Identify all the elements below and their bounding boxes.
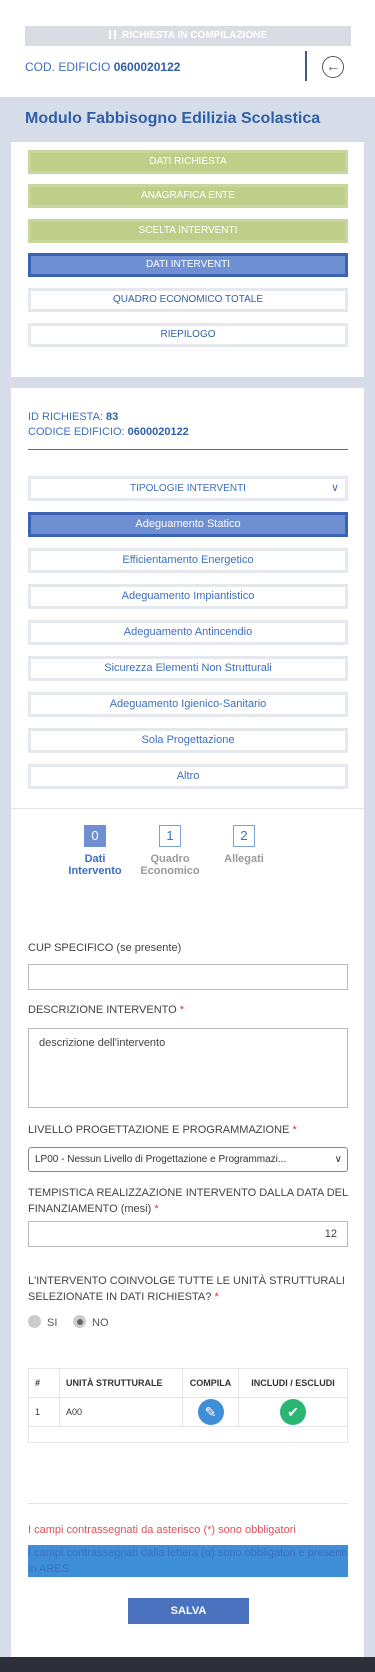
col-header-includi: INCLUDI / ESCLUDI bbox=[238, 1368, 348, 1398]
step-anagrafica-ente[interactable]: ANAGRAFICA ENTE bbox=[28, 184, 348, 208]
cup-label: CUP SPECIFICO (se presente) bbox=[28, 942, 182, 954]
radio-si-label: SI bbox=[47, 1317, 58, 1329]
intervention-efficientamento-energetico[interactable]: Efficientamento Energetico bbox=[28, 548, 348, 573]
row-num: 1 bbox=[28, 1397, 60, 1427]
ares-note: I campi contrassegnati dalla lettera (α)… bbox=[28, 1545, 348, 1577]
cup-input[interactable] bbox=[28, 964, 348, 990]
required-note: I campi contrassegnati da asterisco (*) … bbox=[28, 1524, 296, 1536]
status-label: RICHIESTA IN COMPILAZIONE bbox=[122, 30, 267, 41]
tab-number: 2 bbox=[233, 825, 255, 847]
include-cell: ✔ bbox=[238, 1397, 348, 1427]
empty-cell bbox=[28, 1426, 348, 1443]
timing-input[interactable]: 12 bbox=[28, 1221, 348, 1247]
intervention-types-select[interactable]: TIPOLOGIE INTERVENTI ∨ bbox=[28, 476, 348, 501]
step-riepilogo[interactable]: RIEPILOGO bbox=[28, 323, 348, 347]
step-dati-richiesta[interactable]: DATI RICHIESTA bbox=[28, 150, 348, 174]
level-select-value: LP00 - Nessun Livello di Progettazione e… bbox=[35, 1154, 287, 1165]
required-mark: * bbox=[214, 1291, 219, 1303]
radio-dot-selected bbox=[73, 1315, 86, 1328]
tab-label: Dati bbox=[84, 853, 106, 865]
building-code-info: CODICE EDIFICIO: 0600020122 bbox=[28, 426, 189, 438]
radio-dot bbox=[28, 1315, 41, 1328]
description-label-text: DESCRIZIONE INTERVENTO bbox=[28, 1004, 177, 1016]
pencil-icon[interactable]: ✎ bbox=[197, 1399, 224, 1425]
tab-label-line2: Economico bbox=[140, 865, 200, 877]
col-header-unit: UNITÀ STRUTTURALE bbox=[59, 1368, 183, 1398]
pause-icon bbox=[109, 30, 116, 39]
step-quadro-economico-totale[interactable]: QUADRO ECONOMICO TOTALE bbox=[28, 288, 348, 312]
table-header-row: # UNITÀ STRUTTURALE COMPILA INCLUDI / ES… bbox=[28, 1368, 348, 1398]
step-scelta-interventi[interactable]: SCELTA INTERVENTI bbox=[28, 219, 348, 243]
tab-label: Quadro bbox=[150, 853, 190, 865]
description-label: DESCRIZIONE INTERVENTO * bbox=[28, 1002, 348, 1018]
divider bbox=[28, 1503, 348, 1504]
intervention-sola-progettazione[interactable]: Sola Progettazione bbox=[28, 728, 348, 753]
request-id-label: ID RICHIESTA: bbox=[28, 411, 103, 423]
header-divider bbox=[305, 51, 307, 81]
arrow-left-circle-icon[interactable]: ← bbox=[322, 56, 344, 78]
intervention-adeguamento-antincendio[interactable]: Adeguamento Antincendio bbox=[28, 620, 348, 645]
building-code: COD. EDIFICIO 0600020122 bbox=[25, 60, 180, 74]
timing-label-text: TEMPISTICA REALIZZAZIONE INTERVENTO DALL… bbox=[28, 1187, 348, 1215]
timing-label: TEMPISTICA REALIZZAZIONE INTERVENTO DALL… bbox=[28, 1185, 348, 1217]
footer-bar bbox=[0, 1657, 375, 1672]
intervention-card: ID RICHIESTA: 83 CODICE EDIFICIO: 060002… bbox=[11, 388, 364, 1672]
table-empty-row bbox=[28, 1426, 348, 1443]
description-textarea[interactable]: descrizione dell'intervento bbox=[28, 1028, 348, 1108]
tab-number: 0 bbox=[84, 825, 106, 847]
col-header-compila: COMPILA bbox=[182, 1368, 239, 1398]
level-select[interactable]: LP00 - Nessun Livello di Progettazione e… bbox=[28, 1147, 348, 1172]
tab-label: Allegati bbox=[224, 853, 264, 865]
tab-label-line2: Intervento bbox=[68, 865, 122, 877]
radio-no-label: NO bbox=[92, 1317, 109, 1329]
required-mark: * bbox=[179, 1004, 185, 1016]
tab-dati-intervento[interactable]: 0 Dati Intervento bbox=[55, 825, 135, 877]
building-code-label: COD. EDIFICIO bbox=[25, 60, 111, 74]
level-label: LIVELLO PROGETTAZIONE E PROGRAMMAZIONE * bbox=[28, 1122, 348, 1138]
intervention-adeguamento-statico[interactable]: Adeguamento Statico bbox=[28, 512, 348, 537]
request-id-value: 83 bbox=[106, 411, 119, 423]
chevron-down-icon: ∨ bbox=[334, 1154, 342, 1165]
chevron-down-icon: ∨ bbox=[330, 482, 339, 494]
intervention-altro[interactable]: Altro bbox=[28, 764, 348, 789]
building-code-info-label: CODICE EDIFICIO: bbox=[28, 426, 125, 438]
request-id: ID RICHIESTA: 83 bbox=[28, 411, 118, 423]
structural-units-table: # UNITÀ STRUTTURALE COMPILA INCLUDI / ES… bbox=[28, 1368, 348, 1443]
intervention-adeguamento-impiantistico[interactable]: Adeguamento Impiantistico bbox=[28, 584, 348, 609]
tab-allegati[interactable]: 2 Allegati bbox=[204, 825, 284, 865]
units-question-text: L'INTERVENTO COINVOLGE TUTTE LE UNITÀ ST… bbox=[28, 1275, 345, 1303]
wizard-steps-card: DATI RICHIESTA ANAGRAFICA ENTE SCELTA IN… bbox=[11, 142, 364, 377]
col-header-num: # bbox=[28, 1368, 60, 1398]
status-badge: RICHIESTA IN COMPILAZIONE bbox=[25, 26, 351, 46]
intervention-sicurezza-elementi[interactable]: Sicurezza Elementi Non Strutturali bbox=[28, 656, 348, 681]
building-code-value: 0600020122 bbox=[113, 60, 181, 74]
divider bbox=[11, 808, 364, 809]
radio-si[interactable]: SI bbox=[28, 1315, 57, 1329]
step-dati-interventi[interactable]: DATI INTERVENTI bbox=[28, 253, 348, 277]
tab-number: 1 bbox=[159, 825, 181, 847]
tab-quadro-economico[interactable]: 1 Quadro Economico bbox=[130, 825, 210, 877]
building-code-info-value: 0600020122 bbox=[127, 426, 189, 438]
row-unit: A00 bbox=[59, 1397, 183, 1427]
divider bbox=[28, 449, 348, 450]
module-title: Modulo Fabbisogno Edilizia Scolastica bbox=[25, 110, 321, 127]
check-icon[interactable]: ✔ bbox=[280, 1399, 306, 1425]
table-row: 1 A00 ✎ ✔ bbox=[28, 1397, 348, 1427]
save-button[interactable]: SALVA bbox=[128, 1598, 249, 1624]
intervention-types-label: TIPOLOGIE INTERVENTI bbox=[130, 483, 246, 494]
level-label-text: LIVELLO PROGETTAZIONE E PROGRAMMAZIONE bbox=[28, 1124, 290, 1136]
compila-cell: ✎ bbox=[182, 1397, 239, 1427]
intervention-igienico-sanitario[interactable]: Adeguamento Igienico-Sanitario bbox=[28, 692, 348, 717]
units-question-label: L'INTERVENTO COINVOLGE TUTTE LE UNITÀ ST… bbox=[28, 1273, 348, 1305]
radio-no[interactable]: NO bbox=[73, 1315, 109, 1329]
required-mark: * bbox=[154, 1203, 159, 1215]
required-mark: * bbox=[292, 1124, 297, 1136]
top-header: RICHIESTA IN COMPILAZIONE COD. EDIFICIO … bbox=[0, 0, 375, 97]
